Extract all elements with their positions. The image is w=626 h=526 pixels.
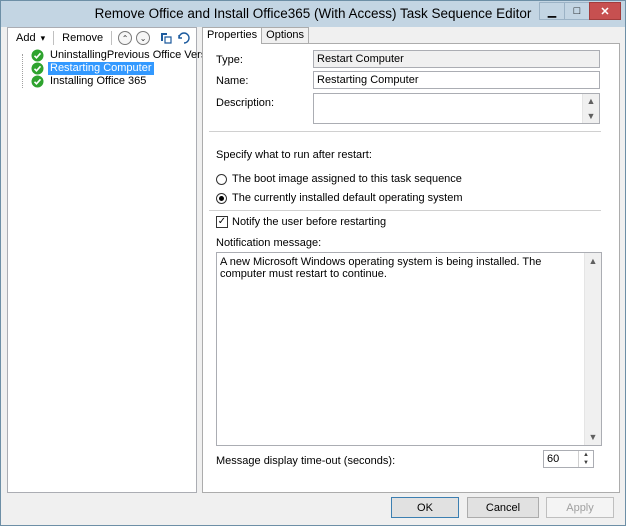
scroll-up-icon[interactable]: ▲: [585, 253, 601, 269]
close-icon: ✕: [600, 5, 610, 18]
stepper-down-icon[interactable]: ▼: [579, 459, 593, 467]
tree-item-label: Installing Office 365: [50, 75, 147, 87]
tree-item-label: Restarting Computer: [48, 62, 154, 75]
double-chevron-up-icon: ⌃: [121, 33, 129, 43]
sequence-tree: UninstallingPrevious Office Versions. Re…: [8, 48, 230, 88]
scroll-up-icon[interactable]: ▲: [583, 94, 599, 108]
success-check-icon: [31, 49, 44, 62]
radio-installed-os[interactable]: [216, 193, 227, 204]
window-title: Remove Office and Install Office365 (Wit…: [94, 6, 532, 21]
scroll-down-icon[interactable]: ▼: [583, 109, 599, 123]
checkmark-icon: ✓: [217, 216, 227, 227]
divider: [209, 131, 601, 132]
ok-button[interactable]: OK: [391, 497, 459, 518]
move-up-button[interactable]: ⌃: [118, 31, 133, 45]
notification-label: Notification message:: [216, 237, 322, 249]
type-label: Type:: [216, 54, 243, 66]
divider: [209, 210, 601, 211]
maximize-icon: □: [573, 5, 581, 17]
properties-panel: Type: Restart Computer Name: Restarting …: [202, 43, 620, 493]
tab-options[interactable]: Options: [261, 27, 310, 43]
notification-message-field[interactable]: A new Microsoft Windows operating system…: [216, 252, 602, 446]
notify-checkbox[interactable]: ✓: [216, 216, 228, 228]
title-bar[interactable]: Remove Office and Install Office365 (Wit…: [1, 1, 625, 27]
chevron-down-icon: ▾: [40, 33, 46, 43]
tree-toolbar: Add ▾ Remove ⌃ ⌄: [8, 28, 196, 48]
maximize-button[interactable]: □: [564, 2, 590, 20]
radio-boot-image[interactable]: [216, 174, 227, 185]
success-check-icon: [31, 75, 44, 88]
type-field: Restart Computer: [313, 50, 600, 68]
scroll-down-icon[interactable]: ▼: [585, 429, 601, 445]
add-label: Add: [16, 32, 36, 44]
description-field[interactable]: ▲ ▼: [313, 93, 600, 124]
tab-strip: Properties Options: [202, 27, 310, 44]
tab-properties[interactable]: Properties: [202, 27, 263, 44]
tree-item-uninstalling[interactable]: UninstallingPrevious Office Versions.: [8, 49, 230, 62]
timeout-stepper[interactable]: 60 ▲ ▼: [543, 450, 594, 468]
apply-button[interactable]: Apply: [546, 497, 614, 518]
tree-item-installing[interactable]: Installing Office 365: [8, 75, 196, 88]
description-scrollbar[interactable]: ▲ ▼: [582, 94, 599, 123]
specify-label: Specify what to run after restart:: [216, 149, 372, 161]
minimize-button[interactable]: ▁: [539, 2, 565, 20]
minimize-icon: ▁: [547, 5, 557, 18]
name-label: Name:: [216, 75, 249, 87]
notify-label[interactable]: Notify the user before restarting: [232, 216, 386, 228]
remove-button[interactable]: Remove: [58, 29, 107, 47]
toolbar-separator: [53, 31, 55, 45]
collapse-icon[interactable]: [176, 30, 192, 46]
name-field[interactable]: Restarting Computer: [313, 71, 600, 89]
expand-icon[interactable]: [158, 30, 174, 46]
timeout-label: Message display time-out (seconds):: [216, 455, 396, 467]
description-label: Description:: [216, 97, 275, 109]
stepper-buttons: ▲ ▼: [578, 451, 593, 467]
radio-boot-image-label[interactable]: The boot image assigned to this task seq…: [232, 173, 462, 185]
sequence-tree-pane: Add ▾ Remove ⌃ ⌄ UninstallingPrevious Of…: [7, 27, 230, 493]
properties-pane: Properties Options Type: Restart Compute…: [202, 27, 620, 493]
notification-scrollbar[interactable]: ▲ ▼: [584, 253, 601, 445]
radio-installed-os-label[interactable]: The currently installed default operatin…: [232, 192, 463, 204]
move-down-button[interactable]: ⌄: [136, 31, 151, 45]
tree-item-restarting[interactable]: Restarting Computer: [8, 62, 196, 75]
notification-message-text: A new Microsoft Windows operating system…: [220, 256, 542, 280]
success-check-icon: [31, 62, 44, 75]
cancel-button[interactable]: Cancel: [467, 497, 539, 518]
stepper-up-icon[interactable]: ▲: [579, 451, 593, 459]
task-sequence-editor-window: Remove Office and Install Office365 (Wit…: [0, 0, 626, 526]
close-button[interactable]: ✕: [589, 2, 621, 20]
double-chevron-down-icon: ⌄: [139, 33, 147, 43]
add-button[interactable]: Add ▾: [12, 29, 49, 47]
timeout-value[interactable]: 60: [547, 453, 559, 465]
toolbar-separator: [111, 31, 113, 45]
